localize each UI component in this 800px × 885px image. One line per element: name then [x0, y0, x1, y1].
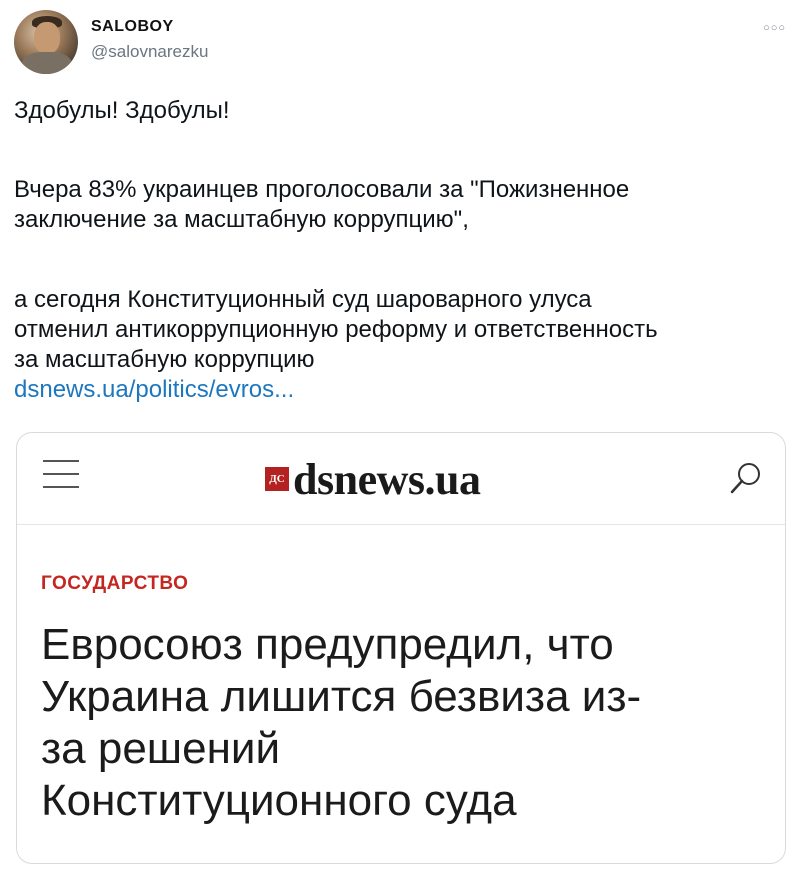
tweet-line: заключение за масштабную коррупцию", — [14, 206, 469, 233]
headline-line: Евросоюз предупредил, что — [41, 620, 614, 669]
tweet-line: Здобулы! Здобулы! — [14, 97, 230, 124]
display-name[interactable]: SALOBOY — [91, 18, 174, 36]
site-header: ДС dsnews.ua — [17, 433, 785, 525]
section-label[interactable]: ГОСУДАРСТВО — [41, 573, 188, 595]
tweet-body: Здобулы! Здобулы! Вчера 83% украинцев пр… — [14, 96, 784, 405]
tweet-line: за масштабную коррупцию — [14, 346, 315, 373]
avatar[interactable] — [14, 10, 78, 74]
avatar-body — [22, 52, 72, 74]
tweet-link[interactable]: dsnews.ua/politics/evros... — [14, 375, 784, 405]
headline-line: за решений — [41, 724, 281, 773]
site-logo[interactable]: ДС dsnews.ua — [265, 454, 481, 504]
tweet-line: Вчера 83% украинцев проголосовали за "По… — [14, 176, 630, 203]
more-icon[interactable]: ○○○ — [763, 22, 786, 34]
search-icon[interactable] — [729, 461, 763, 495]
tweet-line: отменил антикоррупционную реформу и отве… — [14, 316, 658, 343]
logo-mark: ДС — [265, 467, 289, 491]
link-preview-card[interactable]: ДС dsnews.ua ГОСУДАРСТВО Евросоюз предуп… — [16, 432, 786, 864]
hamburger-menu-icon[interactable] — [43, 460, 79, 492]
headline-line: Конституционного суда — [41, 776, 517, 825]
article-headline[interactable]: Евросоюз предупредил, что Украина лишитс… — [41, 619, 761, 827]
headline-line: Украина лишится безвиза из- — [41, 672, 642, 721]
tweet-header: SALOBOY @salovnarezku ○○○ — [14, 10, 786, 76]
tweet-line: а сегодня Конституционный суд шароварног… — [14, 286, 592, 313]
logo-text: dsnews.ua — [293, 454, 481, 504]
avatar-face — [34, 22, 60, 54]
user-handle[interactable]: @salovnarezku — [91, 42, 208, 62]
